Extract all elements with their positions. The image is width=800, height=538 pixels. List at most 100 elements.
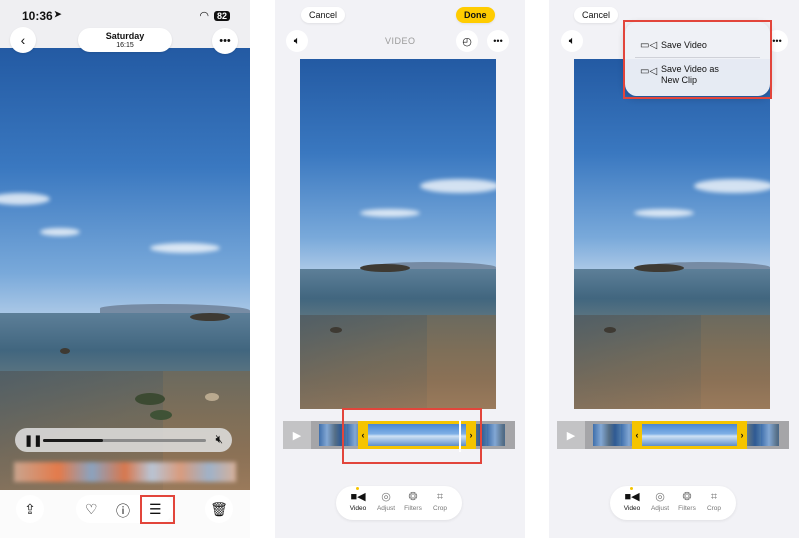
speed-button[interactable]: ◴ xyxy=(456,30,478,52)
sea xyxy=(0,313,250,376)
edit-button-highlight xyxy=(140,495,175,524)
sky xyxy=(300,59,496,269)
delete-button[interactable]: 🗑︎ xyxy=(205,495,233,523)
chevron-left-icon: ‹ xyxy=(20,32,26,48)
back-button[interactable]: ‹ xyxy=(10,27,36,53)
rock xyxy=(190,313,230,321)
cancel-button[interactable]: Cancel xyxy=(574,7,619,23)
mode-video[interactable]: ■◀ Video xyxy=(344,490,372,513)
rock xyxy=(634,264,684,272)
edit-mode-bar: ■◀ Video ◎ Adjust ❂ Filters ⌗ Crop xyxy=(336,486,462,520)
done-button[interactable]: Done xyxy=(456,7,495,23)
video-player-controls: ❚❚ 🔇︎ xyxy=(15,428,232,452)
rock xyxy=(360,264,410,272)
date-label: Saturday xyxy=(105,31,145,41)
mode-filters[interactable]: ❂ Filters xyxy=(673,490,701,513)
pause-icon[interactable]: ❚❚ xyxy=(24,434,42,447)
ellipsis-icon: ••• xyxy=(493,36,503,46)
play-icon: ▶ xyxy=(566,429,576,442)
wifi-icon: ◠ xyxy=(199,10,209,22)
filters-icon: ❂ xyxy=(682,491,692,503)
menu-highlight xyxy=(623,20,772,99)
cloud xyxy=(40,228,80,236)
location-arrow-icon: ➤ xyxy=(54,9,62,19)
scrubber-progress xyxy=(43,439,104,442)
photo-viewer-screen: 10:36 ➤ ◠ 82 ‹ Saturday 16:15 ••• ❚❚ 🔇︎ … xyxy=(0,0,250,538)
wet-sand xyxy=(300,314,428,409)
mode-crop[interactable]: ⌗ Crop xyxy=(700,490,728,513)
sound-button[interactable]: 🔈︎ xyxy=(286,30,308,52)
cancel-button[interactable]: Cancel xyxy=(301,7,346,23)
status-time: 10:36 xyxy=(22,9,53,23)
editor-title: VIDEO xyxy=(385,36,416,46)
rock xyxy=(135,393,165,405)
rock xyxy=(60,348,70,354)
info-icon[interactable]: ⓘ xyxy=(116,501,130,521)
gauge-icon: ◴ xyxy=(462,35,472,48)
trim-handle-left[interactable]: ‹ xyxy=(632,421,642,449)
mode-crop[interactable]: ⌗ Crop xyxy=(426,490,454,513)
sea xyxy=(574,269,770,318)
mode-adjust[interactable]: ◎ Adjust xyxy=(646,490,674,513)
ellipsis-icon: ••• xyxy=(219,35,231,47)
adjust-dial-icon: ◎ xyxy=(655,491,665,503)
video-preview xyxy=(300,59,496,409)
heart-icon[interactable]: ♡ xyxy=(85,501,98,518)
crop-icon: ⌗ xyxy=(436,491,444,503)
play-button[interactable]: ▶ xyxy=(283,421,311,449)
ellipsis-icon: ••• xyxy=(772,36,782,46)
more-button[interactable]: ••• xyxy=(212,28,238,54)
cloud xyxy=(634,209,694,217)
video-camera-icon: ■◀ xyxy=(350,491,366,503)
video-camera-icon: ■◀ xyxy=(624,491,640,503)
video-scrubber[interactable] xyxy=(43,439,206,442)
mode-adjust-label: Adjust xyxy=(376,505,396,512)
video-edit-screen: Cancel Done 🔈︎ VIDEO ◴ ••• ▶ ‹ › ■◀ Vide… xyxy=(275,0,525,538)
cloud xyxy=(694,179,770,193)
play-button[interactable]: ▶ xyxy=(557,421,585,449)
wet-sand xyxy=(574,314,702,409)
mode-filters-label: Filters xyxy=(404,505,422,512)
rock xyxy=(205,393,219,401)
sound-button[interactable]: 🔈︎ xyxy=(561,30,583,52)
cloud xyxy=(360,209,420,217)
date-title: Saturday 16:15 xyxy=(78,28,172,52)
mode-crop-label: Crop xyxy=(706,505,722,512)
mode-filters[interactable]: ❂ Filters xyxy=(399,490,427,513)
mode-video-label: Video xyxy=(623,505,641,512)
video-save-menu-screen: Cancel 🔈︎ ••• ▭◁ Save Video ▭◁ Save Vide… xyxy=(549,0,799,538)
mode-video[interactable]: ■◀ Video xyxy=(618,490,646,513)
mode-adjust[interactable]: ◎ Adjust xyxy=(372,490,400,513)
mode-video-label: Video xyxy=(349,505,367,512)
battery-level: 82 xyxy=(213,10,230,21)
trim-selection[interactable]: ‹ › xyxy=(632,421,747,449)
cloud xyxy=(150,243,220,253)
play-icon: ▶ xyxy=(292,429,302,442)
more-button[interactable]: ••• xyxy=(487,30,509,52)
share-button[interactable]: ⇪ xyxy=(16,495,44,523)
sky xyxy=(0,48,250,314)
speaker-icon: 🔈︎ xyxy=(293,34,301,47)
trim-handle-right[interactable]: › xyxy=(737,421,747,449)
sea xyxy=(300,269,496,318)
rock xyxy=(330,327,342,333)
trim-timeline[interactable]: ▶ ‹ › xyxy=(557,421,789,449)
time-label: 16:15 xyxy=(116,42,134,49)
status-indicators: ◠ 82 xyxy=(199,9,230,22)
beach-video-frame xyxy=(0,48,250,490)
rock xyxy=(150,410,172,420)
crop-icon: ⌗ xyxy=(710,491,718,503)
speaker-icon: 🔈︎ xyxy=(568,34,576,47)
share-icon: ⇪ xyxy=(24,500,36,517)
filters-icon: ❂ xyxy=(408,491,418,503)
edit-mode-bar: ■◀ Video ◎ Adjust ❂ Filters ⌗ Crop xyxy=(610,486,736,520)
mode-adjust-label: Adjust xyxy=(650,505,670,512)
rock xyxy=(604,327,616,333)
video-preview xyxy=(574,59,770,409)
trim-highlight xyxy=(342,408,482,464)
speaker-muted-icon[interactable]: 🔇︎ xyxy=(215,432,223,447)
thumbnail-strip[interactable] xyxy=(14,462,236,482)
cloud xyxy=(420,179,496,193)
adjust-dial-icon: ◎ xyxy=(381,491,391,503)
mode-filters-label: Filters xyxy=(678,505,696,512)
